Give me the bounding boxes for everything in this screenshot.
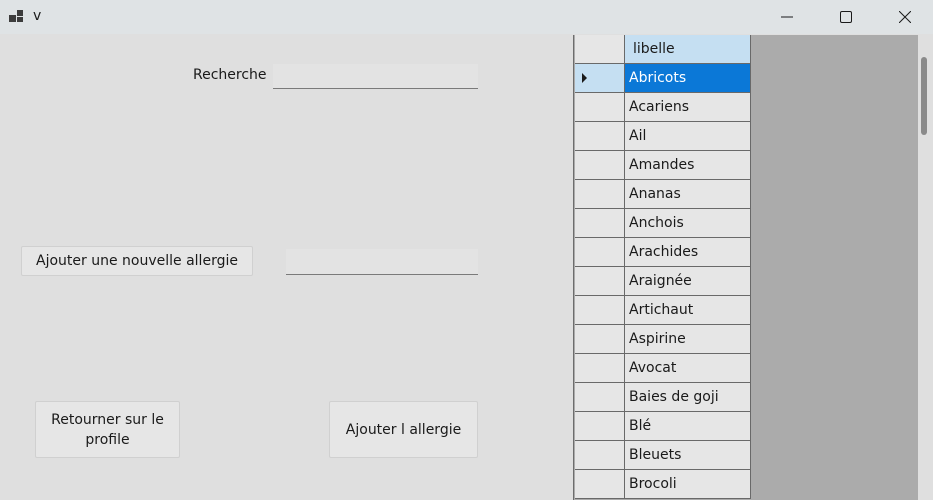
row-header[interactable] xyxy=(575,267,625,296)
cell-libelle[interactable]: Anchois xyxy=(625,209,751,238)
back-to-profile-button[interactable]: Retourner sur le profile xyxy=(35,401,180,458)
cell-libelle[interactable]: Avocat xyxy=(625,354,751,383)
table-row[interactable]: Baies de goji xyxy=(574,383,751,412)
cell-libelle[interactable]: Abricots xyxy=(625,64,751,93)
row-header[interactable] xyxy=(575,122,625,151)
table-row[interactable]: Artichaut xyxy=(574,296,751,325)
window-title: v xyxy=(33,8,42,24)
table-row[interactable]: Acariens xyxy=(574,93,751,122)
minimize-icon xyxy=(781,16,793,18)
search-input[interactable] xyxy=(273,64,478,89)
title-bar: v xyxy=(0,0,933,34)
grid-scrollbar[interactable] xyxy=(918,35,933,500)
table-row[interactable]: Ail xyxy=(574,122,751,151)
add-allergy-button[interactable]: Ajouter l allergie xyxy=(329,401,478,458)
cell-libelle[interactable]: Arachides xyxy=(625,238,751,267)
minimize-button[interactable] xyxy=(764,0,810,34)
cell-libelle[interactable]: Aspirine xyxy=(625,325,751,354)
row-header[interactable] xyxy=(575,470,625,499)
back-to-profile-label: Retourner sur le profile xyxy=(51,411,164,448)
cell-libelle[interactable]: Ananas xyxy=(625,180,751,209)
add-new-allergy-button[interactable]: Ajouter une nouvelle allergie xyxy=(21,246,253,276)
table-row[interactable]: Anchois xyxy=(574,209,751,238)
row-header[interactable] xyxy=(575,325,625,354)
table-row[interactable]: Amandes xyxy=(574,151,751,180)
grid-header-row: libelle xyxy=(574,35,751,64)
cell-libelle[interactable]: Bleuets xyxy=(625,441,751,470)
close-button[interactable] xyxy=(882,0,928,34)
cell-libelle[interactable]: Blé xyxy=(625,412,751,441)
cell-libelle[interactable]: Brocoli xyxy=(625,470,751,499)
row-header-corner xyxy=(575,35,625,64)
maximize-button[interactable] xyxy=(823,0,869,34)
row-header[interactable] xyxy=(575,441,625,470)
new-allergy-input[interactable] xyxy=(286,249,478,275)
row-header[interactable] xyxy=(575,64,625,93)
cell-libelle[interactable]: Acariens xyxy=(625,93,751,122)
table-row[interactable]: Avocat xyxy=(574,354,751,383)
table-row[interactable]: Abricots xyxy=(574,64,751,93)
row-header[interactable] xyxy=(575,209,625,238)
row-header[interactable] xyxy=(575,354,625,383)
row-header[interactable] xyxy=(575,296,625,325)
close-icon xyxy=(899,11,911,23)
cell-libelle[interactable]: Artichaut xyxy=(625,296,751,325)
table-row[interactable]: Blé xyxy=(574,412,751,441)
allergy-grid[interactable]: libelle Abricots Acariens Ail Amandes Ananas… xyxy=(573,35,918,500)
row-header[interactable] xyxy=(575,151,625,180)
row-header[interactable] xyxy=(575,383,625,412)
search-label: Recherche xyxy=(193,67,267,83)
table-row[interactable]: Araignée xyxy=(574,267,751,296)
current-row-arrow-icon xyxy=(582,73,587,83)
column-header-libelle[interactable]: libelle xyxy=(625,35,751,64)
cell-libelle[interactable]: Ail xyxy=(625,122,751,151)
maximize-icon xyxy=(840,11,852,23)
row-header[interactable] xyxy=(575,93,625,122)
table-row[interactable]: Bleuets xyxy=(574,441,751,470)
cell-libelle[interactable]: Amandes xyxy=(625,151,751,180)
cell-libelle[interactable]: Araignée xyxy=(625,267,751,296)
table-row[interactable]: Ananas xyxy=(574,180,751,209)
app-icon xyxy=(9,10,25,24)
cell-libelle[interactable]: Baies de goji xyxy=(625,383,751,412)
row-header[interactable] xyxy=(575,238,625,267)
row-header[interactable] xyxy=(575,180,625,209)
scrollbar-thumb[interactable] xyxy=(921,57,927,135)
row-header[interactable] xyxy=(575,412,625,441)
table-row[interactable]: Aspirine xyxy=(574,325,751,354)
table-row[interactable]: Arachides xyxy=(574,238,751,267)
table-row[interactable]: Brocoli xyxy=(574,470,751,499)
